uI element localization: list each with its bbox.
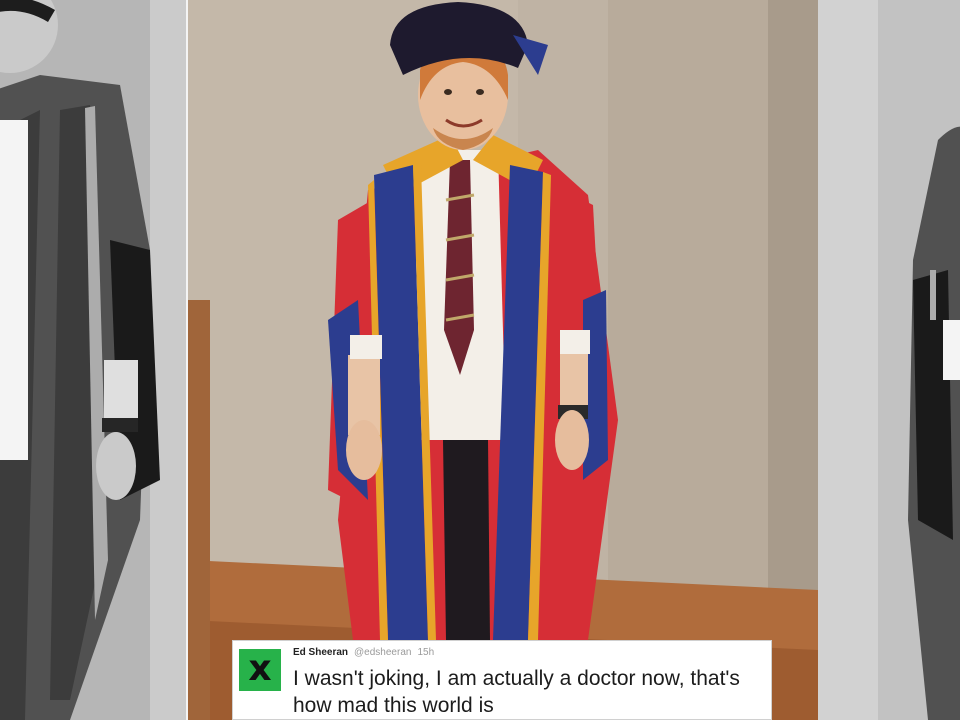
tweet-author-name: Ed Sheeran (293, 647, 349, 658)
tweet-timestamp: 15h (417, 647, 435, 658)
right-photo-panel (818, 0, 960, 720)
left-photo-panel (0, 0, 188, 720)
tweet-avatar: x (239, 649, 281, 691)
tweet-card: x Ed Sheeran @edsheeran 15h I wasn't jokin… (232, 640, 772, 720)
tweet-meta: Ed Sheeran @edsheeran 15h (293, 647, 434, 658)
x-logo-icon: x (248, 648, 272, 689)
tweet-author-handle: @edsheeran (354, 647, 412, 658)
tweet-text: I wasn't joking, I am actually a doctor … (293, 667, 740, 717)
graduation-photo (188, 0, 818, 720)
